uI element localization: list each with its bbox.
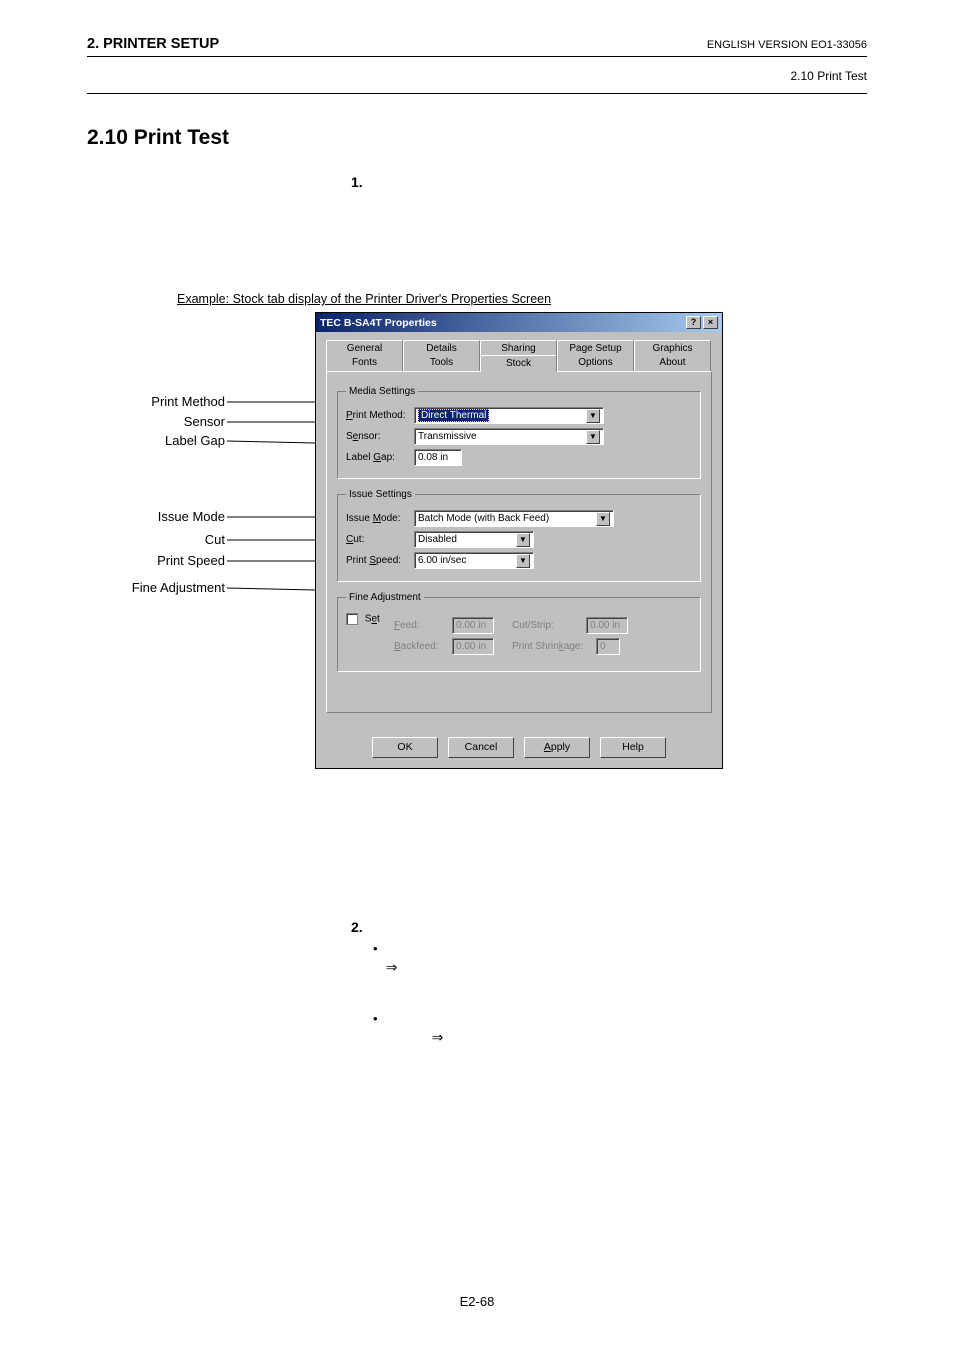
input-cutstrip: 0.00 in <box>586 617 628 634</box>
input-label-gap[interactable]: 0.08 in <box>414 449 462 466</box>
chevron-down-icon: ▼ <box>516 554 530 568</box>
header-left: 2. PRINTER SETUP <box>87 36 219 52</box>
page-footer: E2-68 <box>0 1294 954 1309</box>
divider-bottom <box>87 93 867 94</box>
chevron-down-icon: ▼ <box>516 533 530 547</box>
section-title: 2.10 Print Test <box>87 126 867 150</box>
chevron-down-icon: ▼ <box>596 512 610 526</box>
label-cut: Cut: <box>346 534 408 545</box>
tab-graphics[interactable]: Graphics <box>634 340 711 356</box>
label-set: Set <box>365 614 380 625</box>
tab-stock[interactable]: Stock <box>480 355 557 372</box>
callouts-column: Print Method Sensor Label Gap Issue Mode… <box>87 312 225 692</box>
label-cutstrip: Cut/Strip: <box>512 620 580 631</box>
callout-cut: Cut <box>205 532 225 547</box>
chevron-down-icon: ▼ <box>586 430 600 444</box>
header-sub: 2.10 Print Test <box>87 57 867 91</box>
combo-issue-mode[interactable]: Batch Mode (with Back Feed) ▼ <box>414 510 614 527</box>
callout-issue-mode: Issue Mode <box>158 509 225 524</box>
arrow-icon: ⇒ <box>386 959 398 975</box>
header-right: ENGLISH VERSION EO1-33056 <box>707 39 867 51</box>
checkbox-set[interactable] <box>346 613 358 625</box>
label-issue-mode: Issue Mode: <box>346 513 408 524</box>
ok-button[interactable]: OK <box>372 737 438 758</box>
tab-options[interactable]: Options <box>557 354 634 371</box>
dialog-title: TEC B-SA4T Properties <box>320 317 437 329</box>
combo-sensor[interactable]: Transmissive ▼ <box>414 428 604 445</box>
example-caption: Example: Stock tab display of the Printe… <box>177 292 867 306</box>
input-feed: 0.00 in <box>452 617 494 634</box>
callout-print-method: Print Method <box>151 394 225 409</box>
tab-tools[interactable]: Tools <box>403 354 480 371</box>
combo-print-method[interactable]: Direct Thermal ▼ <box>414 407 604 424</box>
label-print-method: Print Method: <box>346 410 408 421</box>
tab-about[interactable]: About <box>634 354 711 371</box>
cancel-button[interactable]: Cancel <box>448 737 514 758</box>
arrow-icon: ⇒ <box>432 1029 444 1045</box>
callout-sensor: Sensor <box>184 414 225 429</box>
tab-fonts[interactable]: Fonts <box>326 354 403 371</box>
tab-sharing[interactable]: Sharing <box>480 340 557 356</box>
apply-button[interactable]: Apply <box>524 737 590 758</box>
group-fine-adjustment: Fine Adjustment Set Feed: 0.00 in <box>337 592 701 672</box>
tab-page-setup[interactable]: Page Setup <box>557 340 634 356</box>
label-print-speed: Print Speed: <box>346 555 408 566</box>
dialog-titlebar: TEC B-SA4T Properties ? × <box>316 313 722 332</box>
bullet-icon: • <box>373 1011 378 1026</box>
bullet-icon: • <box>373 941 378 956</box>
group-media-settings: Media Settings Print Method: Direct Ther… <box>337 386 701 479</box>
group-issue-settings: Issue Settings Issue Mode: Batch Mode (w… <box>337 489 701 582</box>
input-backfeed: 0.00 in <box>452 638 494 655</box>
callout-print-speed: Print Speed <box>157 553 225 568</box>
legend-fine: Fine Adjustment <box>346 592 424 603</box>
label-backfeed: Backfeed: <box>394 641 446 652</box>
label-feed: Feed: <box>394 620 446 631</box>
input-shrinkage: 0 <box>596 638 620 655</box>
label-label-gap: Label Gap: <box>346 452 408 463</box>
help-button[interactable]: Help <box>600 737 666 758</box>
legend-issue: Issue Settings <box>346 489 415 500</box>
properties-dialog: TEC B-SA4T Properties ? × General Detail… <box>315 312 723 769</box>
titlebar-help-button[interactable]: ? <box>686 316 701 329</box>
label-sensor: Sensor: <box>346 431 408 442</box>
label-shrinkage: Print Shrinkage: <box>512 641 590 652</box>
tab-details[interactable]: Details <box>403 340 480 356</box>
callout-fine-adjustment: Fine Adjustment <box>132 580 225 595</box>
legend-media: Media Settings <box>346 386 418 397</box>
titlebar-close-button[interactable]: × <box>703 316 718 329</box>
chevron-down-icon: ▼ <box>586 409 600 423</box>
combo-cut[interactable]: Disabled ▼ <box>414 531 534 548</box>
step-2: 2. <box>351 919 373 935</box>
callout-label-gap: Label Gap <box>165 433 225 448</box>
step-1: 1. <box>351 174 373 190</box>
tab-general[interactable]: General <box>326 340 403 356</box>
combo-print-speed[interactable]: 6.00 in/sec ▼ <box>414 552 534 569</box>
